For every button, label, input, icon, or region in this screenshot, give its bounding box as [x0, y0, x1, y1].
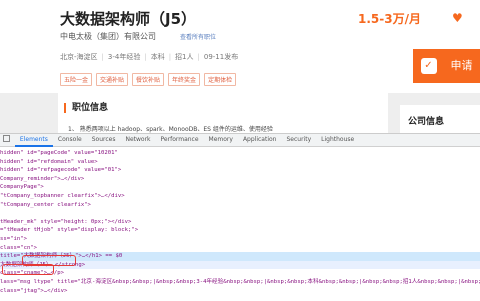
section-title: 职位信息 [64, 103, 108, 113]
meta-separator: | [168, 53, 172, 61]
tab-console[interactable]: Console [53, 134, 87, 146]
meta-experience: 3-4年经验 [107, 53, 141, 61]
meta-education: 本科 [150, 53, 165, 61]
tab-memory[interactable]: Memory [204, 134, 238, 146]
devtools-panel: Elements Console Sources Network Performance… [0, 133, 480, 301]
tab-application[interactable]: Application [238, 134, 282, 146]
job-meta: 北京-海淀区 | 3-4年经验 | 本科 | 招1人 | 09-11发布 [60, 52, 238, 62]
code-line[interactable]: CompanyPage"> [0, 183, 480, 192]
elements-tree: hidden" id="pageCode" value="10201" hidd… [0, 147, 480, 295]
section-text: 1、 熟悉两项以上 hadoop、spark、MonooDB、ES 组件的运维、… [68, 126, 273, 133]
tab-security[interactable]: Security [281, 134, 316, 146]
heart-icon: ♥ [452, 11, 463, 25]
apply-button[interactable]: ✓ 申请 [413, 49, 480, 83]
code-line[interactable]: class="cn"> [0, 244, 480, 253]
company-info-title: 公司信息 [408, 117, 445, 127]
devtools-tabbar: Elements Console Sources Network Performance… [0, 134, 480, 147]
job-tag: 年终奖金 [168, 73, 201, 86]
code-line[interactable]: lass="msg ltype" title="北京-海淀区&nbsp;&nbs… [0, 278, 480, 287]
company-info-card: 公司信息 [400, 105, 480, 133]
company-name[interactable]: 中电太极（集团）有限公司 [60, 31, 156, 42]
job-tag: 五险一金 [60, 73, 93, 86]
inspect-icon[interactable] [3, 135, 10, 142]
tab-sources[interactable]: Sources [87, 134, 121, 146]
tab-network[interactable]: Network [120, 134, 155, 146]
code-line[interactable]: hidden" id="refpagecode" value="01"> [0, 166, 480, 175]
job-page: 大数据架构师（J5） 1.5-3万/月 ♥ 中电太极（集团）有限公司 查看所有职… [0, 0, 480, 133]
salary: 1.5-3万/月 [358, 12, 421, 26]
job-tag: 餐饮补贴 [132, 73, 165, 86]
job-tag: 定期体检 [204, 73, 237, 86]
code-line[interactable]: "tCompany_topbanner clearfix">…</div> [0, 192, 480, 201]
code-line[interactable]: hidden" id="refdomain" value> [0, 158, 480, 167]
selected-code-line[interactable]: title="大数据架构师（J5）">…</h1> == $0 [0, 252, 480, 261]
code-line[interactable]: ="tHeader tHjob" style="display: block;"… [0, 226, 480, 235]
job-tag: 交通补贴 [96, 73, 129, 86]
company-jobs-link[interactable]: 查看所有职位 [180, 32, 216, 41]
code-line[interactable]: Company_reminder">…</div> [0, 175, 480, 184]
code-line[interactable]: ss="in"> [0, 235, 480, 244]
job-title: 大数据架构师（J5） [60, 10, 197, 28]
tab-performance[interactable]: Performance [156, 134, 204, 146]
job-tags: 五险一金 交通补贴 餐饮补贴 年终奖金 定期体检 [60, 67, 240, 86]
apply-icon: ✓ [420, 58, 437, 74]
meta-date: 09-11发布 [203, 53, 239, 61]
meta-separator: | [101, 53, 104, 61]
favorite-button[interactable]: ♥ [452, 11, 463, 25]
meta-location: 北京-海淀区 [60, 53, 98, 61]
code-line[interactable]: class="jtag">…</div> [0, 287, 480, 296]
tab-lighthouse[interactable]: Lighthouse [316, 134, 359, 146]
code-line[interactable]: tHeader_mk" style="height: 0px;"></div> [0, 218, 480, 227]
code-line[interactable]: 大数据架构师（J5） </strong> [0, 260, 480, 270]
code-line[interactable]: class="cname">…</p> [0, 269, 480, 278]
code-line[interactable]: "tCompany_center clearfix"> [0, 201, 480, 210]
meta-separator: | [197, 53, 200, 61]
job-info-section: 职位信息 1、 熟悉两项以上 hadoop、spark、MonooDB、ES 组… [58, 93, 388, 133]
code-line[interactable]: hidden" id="pageCode" value="10201" [0, 149, 480, 158]
meta-headcount: 招1人 [175, 53, 194, 61]
code-line[interactable] [0, 209, 480, 218]
tab-elements[interactable]: Elements [14, 135, 53, 147]
meta-separator: | [144, 53, 147, 61]
apply-label: 申请 [450, 59, 473, 72]
